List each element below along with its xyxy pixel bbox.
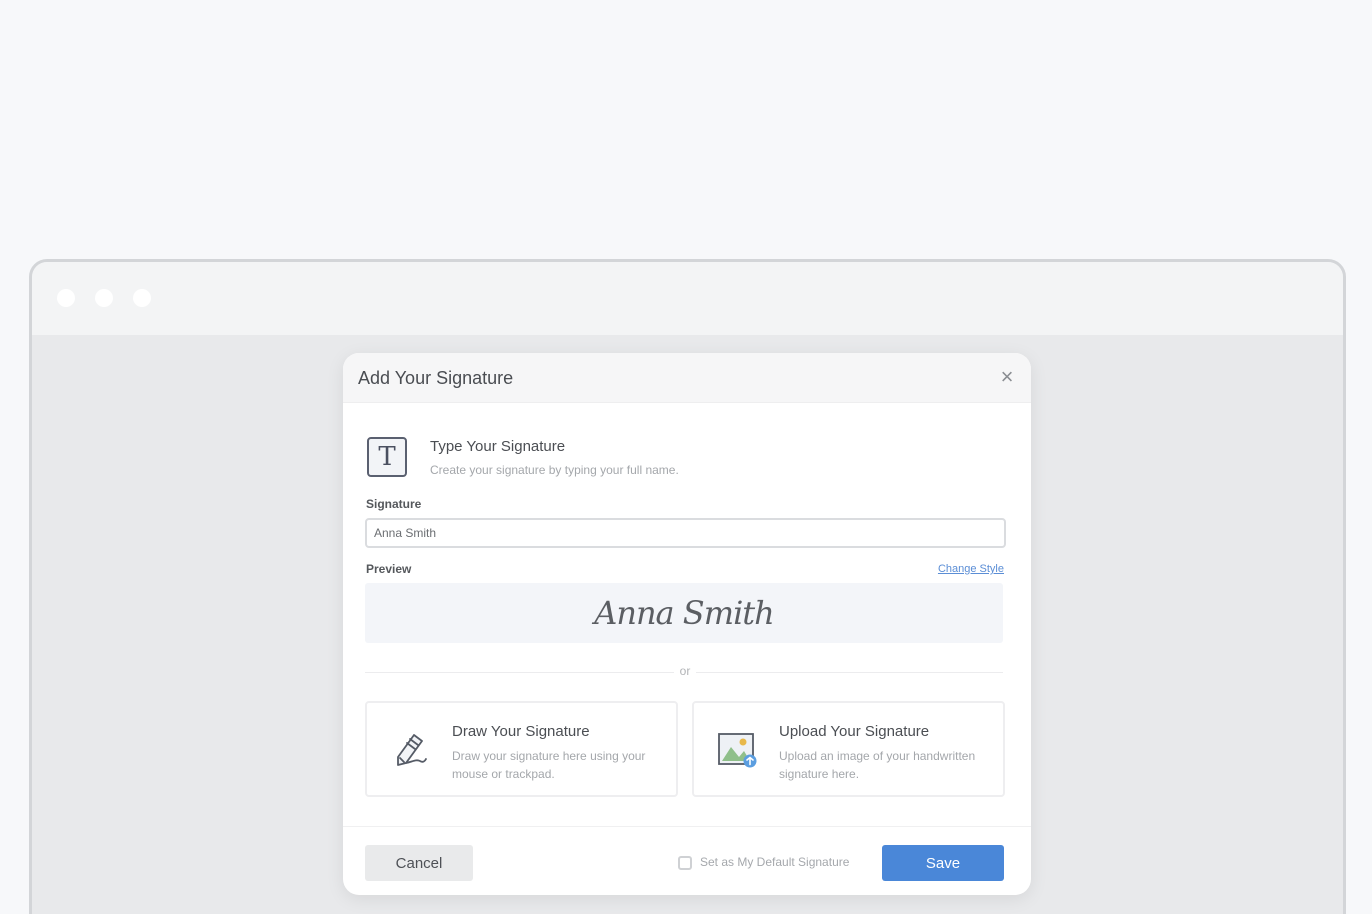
divider-or: or [674,664,696,678]
cancel-button[interactable]: Cancel [365,845,473,881]
signature-modal: Add Your Signature × T Type Your Signatu… [343,353,1031,895]
browser-title-bar [32,262,1343,335]
modal-header: Add Your Signature × [343,353,1031,403]
default-signature-checkbox[interactable] [678,856,692,870]
upload-signature-option[interactable]: Upload Your Signature Upload an image of… [692,701,1005,797]
default-signature-label: Set as My Default Signature [700,855,850,869]
window-dot-maximize[interactable] [133,289,151,307]
save-button[interactable]: Save [882,845,1004,881]
window-dot-close[interactable] [57,289,75,307]
image-upload-icon [718,733,757,768]
modal-title: Add Your Signature [358,368,514,388]
window-dot-minimize[interactable] [95,289,113,307]
draw-signature-description: Draw your signature here using your mous… [452,749,646,781]
text-t-icon: T [367,437,407,477]
signature-label: Signature [366,497,422,511]
draw-signature-title: Draw Your Signature [452,723,590,740]
type-signature-description: Create your signature by typing your ful… [430,463,679,477]
type-signature-section: T Type Your Signature Create your signat… [367,437,1007,481]
pen-icon [397,734,427,766]
change-style-link[interactable]: Change Style [938,563,1004,575]
upload-signature-title: Upload Your Signature [779,723,930,740]
signature-preview: Anna Smith [365,583,1003,643]
upload-signature-description: Upload an image of your handwritten sign… [779,749,976,781]
preview-label: Preview [366,562,412,576]
type-signature-title: Type Your Signature [430,438,566,455]
close-icon[interactable]: × [997,366,1017,388]
signature-preview-text: Anna Smith [594,594,775,632]
modal-footer: Cancel Set as My Default Signature Save [343,826,1031,895]
draw-signature-option[interactable]: Draw Your Signature Draw your signature … [365,701,678,797]
signature-input[interactable] [365,518,1006,548]
